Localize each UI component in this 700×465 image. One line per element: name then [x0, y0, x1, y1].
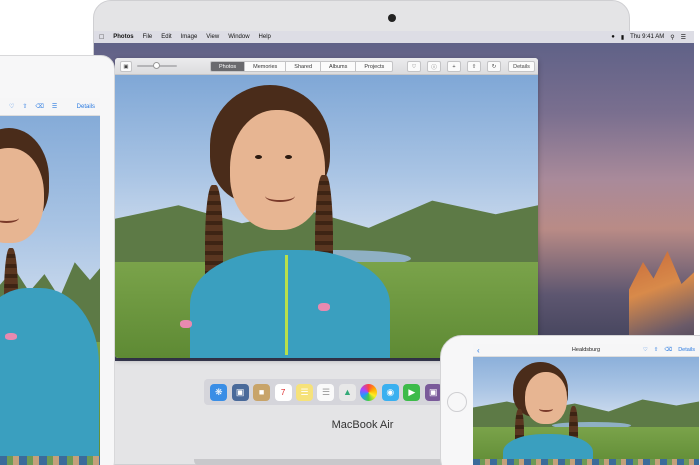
calendar-icon[interactable]: 7: [274, 383, 292, 401]
info-icon[interactable]: ⓘ: [427, 61, 441, 72]
jacket: [190, 250, 390, 358]
iphone-smile: [539, 406, 553, 412]
main-photo: [115, 75, 538, 358]
rotate-icon[interactable]: ↻: [487, 61, 501, 72]
home-button[interactable]: [447, 392, 467, 412]
battery-icon[interactable]: ▮: [621, 34, 624, 41]
iphone-trash-icon[interactable]: ⌫: [664, 347, 672, 353]
add-icon[interactable]: +: [447, 61, 461, 72]
ipad: ♡ ⇧ ⌫ ☰ Details: [0, 55, 115, 465]
menu-help[interactable]: Help: [259, 34, 271, 40]
ipad-photo: [0, 98, 100, 465]
zoom-slider-knob[interactable]: [153, 62, 160, 69]
wifi-icon[interactable]: ●: [611, 34, 615, 40]
ipad-thumbnail-strip[interactable]: [0, 456, 100, 465]
ipad-jacket: [0, 288, 99, 458]
maps-icon[interactable]: ▲: [338, 383, 356, 401]
menu-app-name[interactable]: Photos: [113, 34, 133, 40]
iphone-screen: ‹ Healdsburg ♡ ⇧ ⌫ Details: [473, 344, 699, 465]
photos-app-icon[interactable]: [360, 383, 378, 401]
menu-bar:  Photos File Edit Image View Window Hel…: [94, 31, 694, 43]
iphone-actions: ♡ ⇧ ⌫ Details: [643, 347, 695, 353]
photos-window: ▣ Photos Memories Shared Albums Projects…: [115, 58, 538, 358]
face: [230, 110, 325, 230]
menu-window[interactable]: Window: [228, 34, 249, 40]
favorite-heart-icon[interactable]: ♡: [407, 61, 421, 72]
notification-icon[interactable]: ☰: [681, 34, 686, 41]
iphone-face: [525, 372, 567, 424]
iphone-toolbar: ‹ Healdsburg ♡ ⇧ ⌫ Details: [473, 344, 699, 357]
hair-tie-right: [318, 303, 330, 311]
zipper: [285, 255, 288, 355]
camera: [388, 14, 396, 22]
back-chevron-icon[interactable]: ‹: [477, 346, 480, 355]
menu-view[interactable]: View: [206, 34, 219, 40]
eye-left: [255, 155, 262, 159]
menu-file[interactable]: File: [143, 34, 153, 40]
smile: [265, 190, 295, 202]
iphone-thumbnail-strip[interactable]: [473, 459, 699, 465]
tab-shared[interactable]: Shared: [286, 61, 322, 72]
menu-clock[interactable]: Thu 9:41 AM: [630, 34, 664, 40]
product-showcase:  Photos File Edit Image View Window Hel…: [0, 0, 700, 465]
tab-projects[interactable]: Projects: [356, 61, 394, 72]
sidebar-toggle-icon[interactable]: ▣: [120, 61, 132, 72]
ipad-screen: ♡ ⇧ ⌫ ☰ Details: [0, 98, 100, 465]
hair-tie-left: [180, 320, 192, 328]
apple-menu-icon[interactable]: : [99, 34, 104, 41]
search-icon[interactable]: ⚲: [670, 34, 674, 41]
details-button[interactable]: Details: [508, 61, 535, 72]
eye-right: [285, 155, 292, 159]
notes-icon[interactable]: ☰: [296, 383, 314, 401]
safari-icon[interactable]: ❋: [210, 383, 228, 401]
status-area: ● ▮ Thu 9:41 AM ⚲ ☰: [611, 34, 694, 41]
girl-portrait: [135, 75, 395, 358]
iphone: ‹ Healdsburg ♡ ⇧ ⌫ Details: [440, 335, 700, 465]
ipad-toolbar: ♡ ⇧ ⌫ ☰ Details: [0, 98, 100, 116]
iphone-heart-icon[interactable]: ♡: [643, 347, 648, 353]
iphone-photo: [473, 344, 699, 465]
iphone-share-icon[interactable]: ⇧: [654, 347, 659, 353]
menu-image[interactable]: Image: [181, 34, 198, 40]
preview-icon[interactable]: ▣: [231, 383, 249, 401]
photos-toolbar: ▣ Photos Memories Shared Albums Projects…: [115, 58, 538, 75]
iphone-details-button[interactable]: Details: [678, 347, 695, 353]
share-icon[interactable]: ⇧: [467, 61, 481, 72]
messages-icon[interactable]: ◉: [381, 383, 399, 401]
ipad-heart-icon[interactable]: ♡: [9, 103, 14, 110]
photo-scene: [115, 75, 538, 358]
reminders-icon[interactable]: ☰: [317, 383, 335, 401]
contacts-icon[interactable]: ■: [253, 383, 271, 401]
view-tabs: Photos Memories Shared Albums Projects: [210, 61, 394, 72]
ipad-share-icon[interactable]: ⇧: [22, 103, 27, 110]
tab-photos[interactable]: Photos: [210, 61, 246, 72]
ipad-trash-icon[interactable]: ⌫: [35, 103, 43, 110]
facetime-icon[interactable]: ▶: [403, 383, 421, 401]
ipad-details-button[interactable]: Details: [77, 104, 100, 110]
tab-memories[interactable]: Memories: [245, 61, 287, 72]
ipad-hair-tie: [5, 333, 17, 340]
ipad-edit-icon[interactable]: ☰: [52, 103, 57, 110]
tab-albums[interactable]: Albums: [321, 61, 357, 72]
menu-edit[interactable]: Edit: [161, 34, 171, 40]
